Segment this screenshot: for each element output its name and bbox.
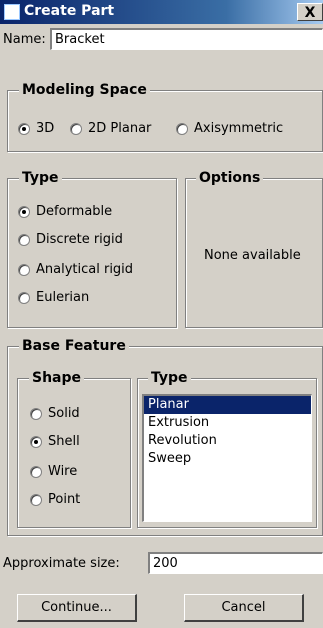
radio-solid-label: Solid — [48, 406, 80, 421]
radio-solid-button[interactable] — [30, 407, 42, 420]
radio-analytical-rigid-label: Analytical rigid — [36, 262, 134, 277]
cancel-button[interactable]: Cancel — [184, 594, 304, 622]
radio-analytical-rigid-button[interactable] — [18, 263, 30, 276]
radio-eulerian-label: Eulerian — [36, 290, 90, 305]
type-group — [7, 178, 177, 328]
radio-discrete-rigid-label: Discrete rigid — [36, 232, 123, 247]
radio-2d-planar[interactable]: 2D Planar — [70, 121, 151, 136]
radio-shell-label: Shell — [48, 434, 80, 449]
radio-wire-label: Wire — [48, 464, 78, 479]
radio-3d-label: 3D — [36, 121, 55, 136]
continue-button[interactable]: Continue... — [17, 594, 137, 622]
shape-title: Shape — [29, 370, 85, 386]
type-title: Type — [19, 170, 62, 186]
name-field[interactable]: Bracket — [50, 28, 323, 50]
radio-deformable-label: Deformable — [36, 204, 113, 219]
radio-point-label: Point — [48, 492, 81, 507]
radio-shell[interactable]: Shell — [30, 434, 80, 449]
feature-type-title: Type — [148, 370, 191, 386]
radio-wire[interactable]: Wire — [30, 464, 77, 479]
radio-solid[interactable]: Solid — [30, 406, 80, 421]
radio-axisymmetric-button[interactable] — [176, 122, 188, 135]
radio-eulerian[interactable]: Eulerian — [18, 290, 89, 305]
radio-point[interactable]: Point — [30, 492, 80, 507]
window-title: Create Part — [24, 3, 115, 19]
radio-deformable[interactable]: Deformable — [18, 204, 112, 219]
window-icon — [4, 4, 20, 20]
name-label: Name: — [3, 32, 46, 47]
base-feature-title: Base Feature — [19, 338, 129, 354]
radio-eulerian-button[interactable] — [18, 291, 30, 304]
list-item-revolution[interactable]: Revolution — [144, 432, 311, 450]
radio-2d-planar-label: 2D Planar — [88, 121, 152, 136]
radio-shell-button[interactable] — [30, 435, 42, 448]
options-title: Options — [196, 170, 264, 186]
modeling-space-title: Modeling Space — [19, 82, 150, 98]
radio-deformable-button[interactable] — [18, 205, 30, 218]
radio-wire-button[interactable] — [30, 465, 42, 478]
approx-size-label: Approximate size: — [3, 556, 120, 571]
radio-discrete-rigid-button[interactable] — [18, 233, 30, 246]
radio-3d-button[interactable] — [18, 122, 30, 135]
radio-axisymmetric-label: Axisymmetric — [194, 121, 284, 136]
radio-point-button[interactable] — [30, 493, 42, 506]
approx-size-field[interactable]: 200 — [148, 552, 323, 574]
radio-axisymmetric[interactable]: Axisymmetric — [176, 121, 283, 136]
list-item-planar[interactable]: Planar — [144, 396, 311, 414]
title-bar[interactable]: Create Part X — [0, 0, 323, 24]
radio-3d[interactable]: 3D — [18, 121, 54, 136]
radio-analytical-rigid[interactable]: Analytical rigid — [18, 262, 133, 277]
close-button[interactable]: X — [297, 3, 323, 21]
radio-discrete-rigid[interactable]: Discrete rigid — [18, 232, 123, 247]
feature-type-list[interactable]: Planar Extrusion Revolution Sweep — [142, 394, 312, 522]
list-item-extrusion[interactable]: Extrusion — [144, 414, 311, 432]
list-item-sweep[interactable]: Sweep — [144, 450, 311, 468]
radio-2d-planar-button[interactable] — [70, 122, 82, 135]
options-none-text: None available — [204, 248, 301, 263]
